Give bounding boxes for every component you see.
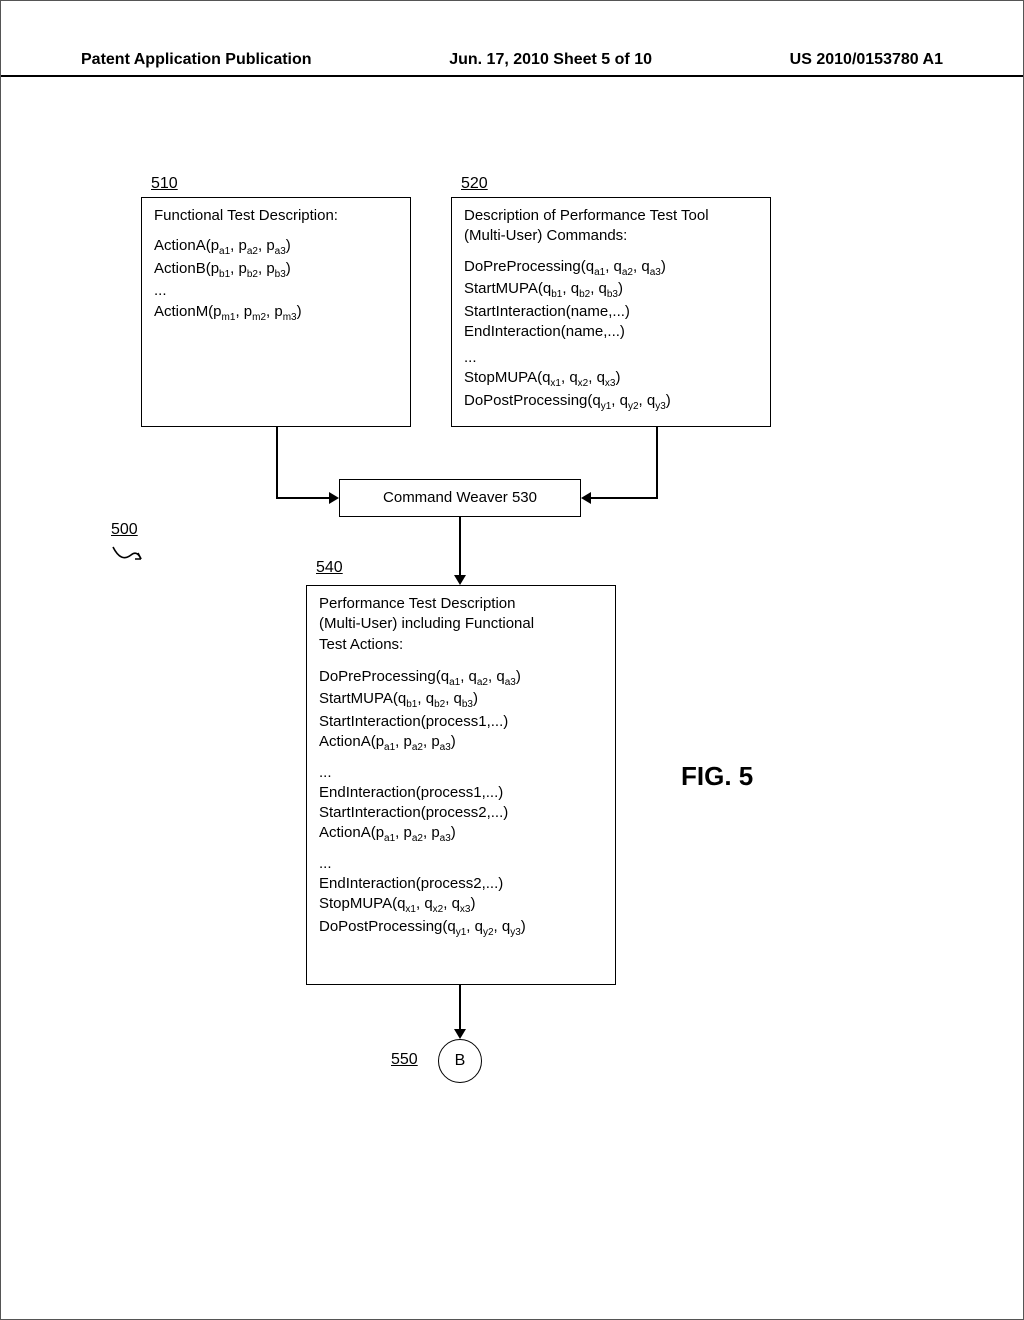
figure-title: FIG. 5 xyxy=(681,761,753,792)
arrow-520-530-v xyxy=(656,427,658,499)
arrow-510-530-h xyxy=(276,497,331,499)
box520-l1: DoPreProcessing(qa1, qa2, qa3) xyxy=(464,257,758,280)
box520-l5: StopMUPA(qx1, qx2, qx3) xyxy=(464,368,758,391)
box510-line2: ActionB(pb1, pb2, pb3) xyxy=(154,259,398,282)
diagram-area: 510 Functional Test Description: ActionA… xyxy=(141,201,901,1201)
box540-title1: Performance Test Description xyxy=(319,594,603,614)
arrow-520-530-head xyxy=(581,492,591,504)
arrow-520-530-h xyxy=(589,497,658,499)
ref-520: 520 xyxy=(461,175,488,193)
box540-l8: EndInteraction(process2,...) xyxy=(319,874,603,894)
connector-b: B xyxy=(438,1039,482,1083)
box520-l4: EndInteraction(name,...) xyxy=(464,322,758,342)
page-frame: Patent Application Publication Jun. 17, … xyxy=(0,0,1024,1320)
arrow-510-530-head xyxy=(329,492,339,504)
box540-l4: ActionA(pa1, pa2, pa3) xyxy=(319,732,603,755)
ref-540: 540 xyxy=(316,559,343,577)
arrow-530-540 xyxy=(459,517,461,577)
box540-l9: StopMUPA(qx1, qx2, qx3) xyxy=(319,894,603,917)
box540-l6: StartInteraction(process2,...) xyxy=(319,803,603,823)
arrow-540-b-head xyxy=(454,1029,466,1039)
box-performance-test-desc: Performance Test Description (Multi-User… xyxy=(306,585,616,985)
ref-500-curve-icon xyxy=(111,543,145,569)
box510-line1: ActionA(pa1, pa2, pa3) xyxy=(154,236,398,259)
box-functional-test: Functional Test Description: ActionA(pa1… xyxy=(141,197,411,427)
arrow-540-b xyxy=(459,985,461,1031)
box530-text: Command Weaver 530 xyxy=(383,489,537,506)
ref-550: 550 xyxy=(391,1051,418,1069)
box520-ell: ... xyxy=(464,348,758,368)
box510-title: Functional Test Description: xyxy=(154,206,398,226)
box510-ellipsis: ... xyxy=(154,281,398,301)
box520-l3: StartInteraction(name,...) xyxy=(464,302,758,322)
box520-l6: DoPostProcessing(qy1, qy2, qy3) xyxy=(464,391,758,414)
box540-title3: Test Actions: xyxy=(319,635,603,655)
header-right: US 2010/0153780 A1 xyxy=(790,51,943,69)
box510-line3: ActionM(pm1, pm2, pm3) xyxy=(154,302,398,325)
box540-l7: ActionA(pa1, pa2, pa3) xyxy=(319,823,603,846)
box520-title2: (Multi-User) Commands: xyxy=(464,226,758,246)
box520-title1: Description of Performance Test Tool xyxy=(464,206,758,226)
connector-b-label: B xyxy=(455,1052,466,1070)
box540-l3: StartInteraction(process1,...) xyxy=(319,712,603,732)
box540-ell2: ... xyxy=(319,854,603,874)
header-left: Patent Application Publication xyxy=(81,51,312,69)
box540-l2: StartMUPA(qb1, qb2, qb3) xyxy=(319,689,603,712)
box520-l2: StartMUPA(qb1, qb2, qb3) xyxy=(464,279,758,302)
box540-title2: (Multi-User) including Functional xyxy=(319,614,603,634)
box540-l10: DoPostProcessing(qy1, qy2, qy3) xyxy=(319,917,603,940)
box540-l1: DoPreProcessing(qa1, qa2, qa3) xyxy=(319,667,603,690)
box-command-weaver: Command Weaver 530 xyxy=(339,479,581,517)
header-center: Jun. 17, 2010 Sheet 5 of 10 xyxy=(449,51,652,69)
ref-510: 510 xyxy=(151,175,178,193)
box-performance-tool: Description of Performance Test Tool (Mu… xyxy=(451,197,771,427)
ref-500: 500 xyxy=(111,521,138,539)
arrow-530-540-head xyxy=(454,575,466,585)
page-header: Patent Application Publication Jun. 17, … xyxy=(1,51,1023,77)
arrow-510-530-v xyxy=(276,427,278,499)
box540-ell1: ... xyxy=(319,763,603,783)
box540-l5: EndInteraction(process1,...) xyxy=(319,783,603,803)
